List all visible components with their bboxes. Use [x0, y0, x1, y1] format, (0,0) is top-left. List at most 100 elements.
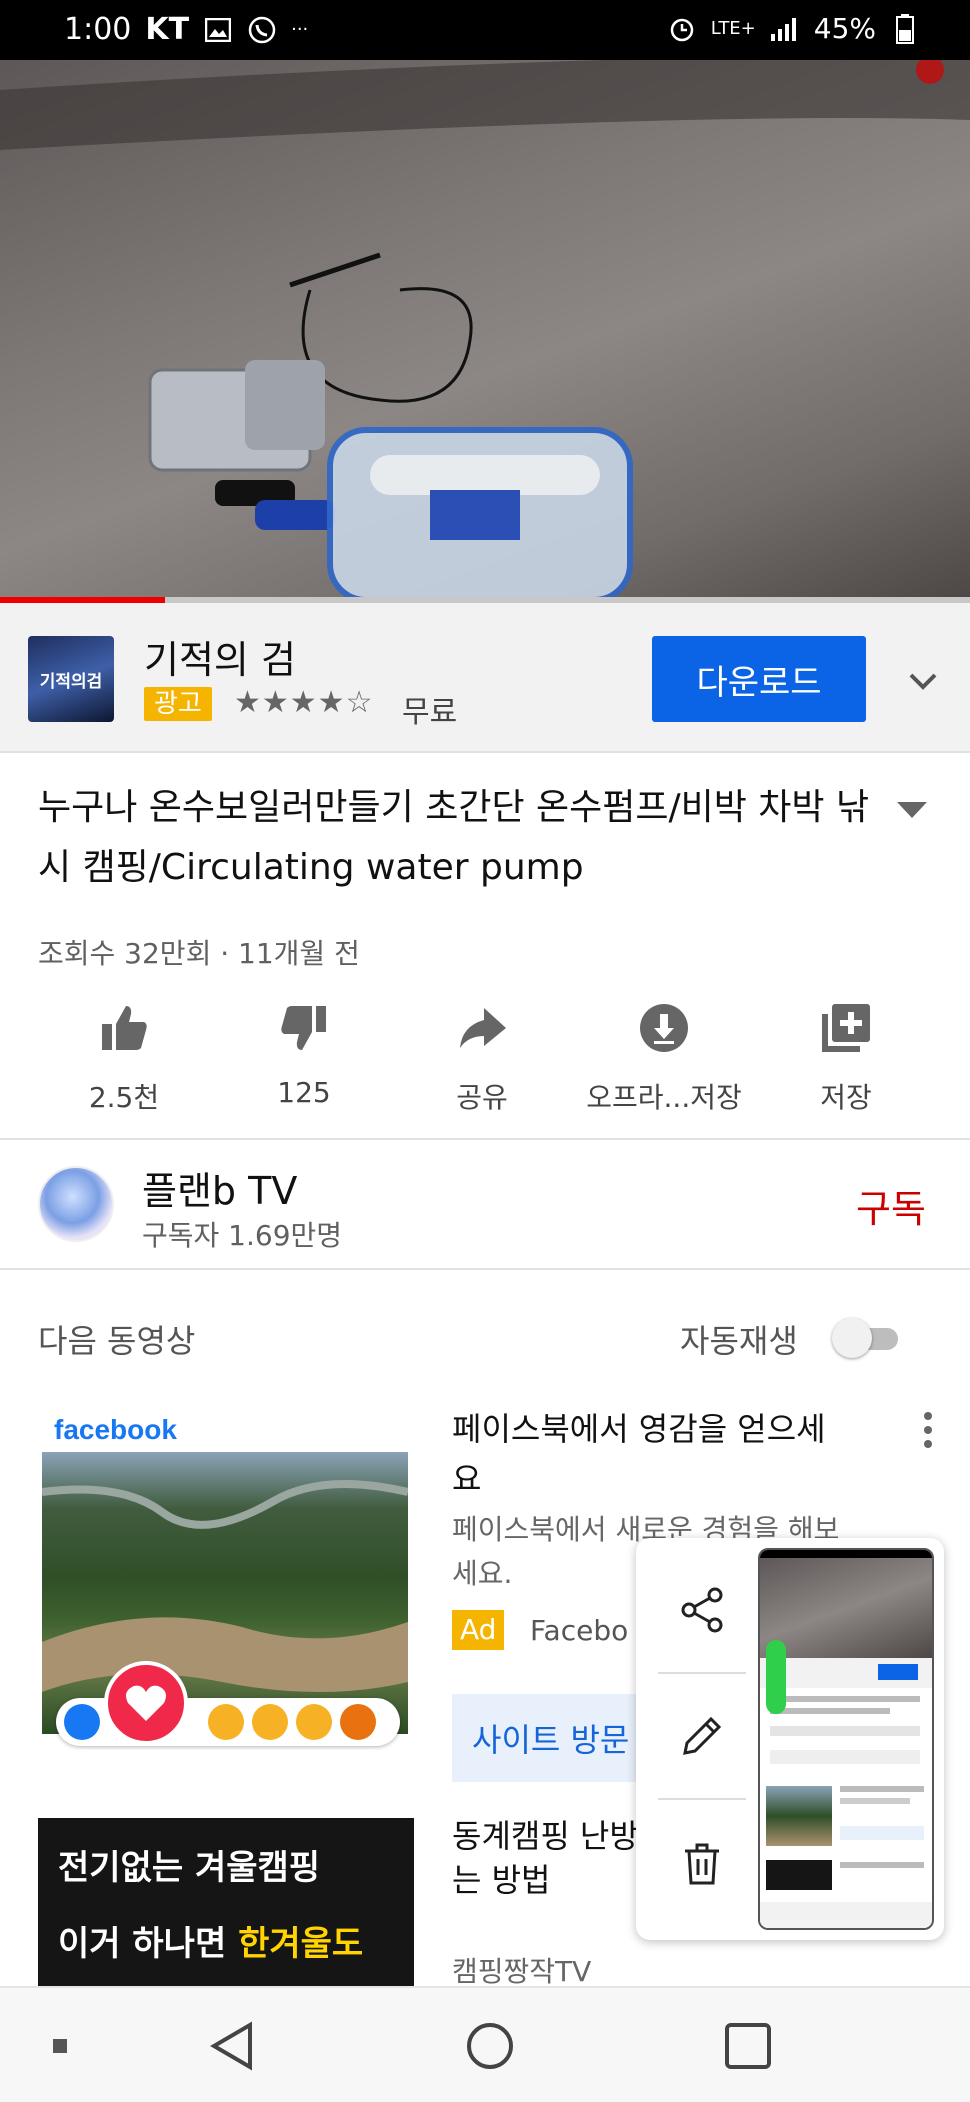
autoplay-label: 자동재생 [680, 1322, 798, 1360]
channel-subscriber-count: 구독자 1.69만명 [142, 1219, 343, 1252]
video-title[interactable]: 누구나 온수보일러만들기 초간단 온수펌프/비박 차박 낚시 캠핑/Circul… [38, 778, 888, 898]
divider [0, 1268, 970, 1270]
status-right: LTE+ 45% [667, 12, 920, 45]
fb-ad-image [41, 1452, 409, 1734]
offline-save-button[interactable]: 오프라...저장 [574, 1000, 754, 1116]
screenshot-toolbar [636, 1538, 944, 1940]
thumbnail-text-line2: 이거 하나면 한겨울도 [58, 1916, 363, 1965]
nav-back-button[interactable] [192, 1988, 272, 2102]
status-battery-percent: 45% [813, 12, 876, 45]
autoplay-toggle[interactable] [832, 1318, 904, 1358]
angry-reaction-icon [340, 1704, 376, 1740]
status-bar: 1:00 KT ··· LTE+ 45% [0, 0, 970, 60]
dislike-button[interactable]: 125 [214, 1000, 394, 1109]
gallery-icon [203, 15, 233, 45]
trash-icon [685, 1843, 719, 1885]
video-channel-secondary: 캠핑짱작TV [452, 1955, 592, 1988]
preview-channel [770, 1750, 920, 1764]
video-actions: 2.5천 125 공유 오프라...저장 저장 [0, 1000, 970, 1120]
download-icon [640, 1004, 688, 1052]
offline-save-label: 오프라...저장 [586, 1081, 742, 1114]
status-carrier: KT [145, 12, 190, 47]
preview-video [760, 1558, 932, 1658]
more-vert-icon[interactable] [918, 1410, 938, 1450]
expand-description-icon[interactable] [895, 800, 929, 820]
up-next-label: 다음 동영상 [38, 1322, 196, 1360]
chevron-down-icon[interactable] [905, 669, 941, 693]
pin-dot-icon [53, 2039, 67, 2053]
fb-ad-badge: Ad [452, 1610, 505, 1650]
preview-title-line [770, 1708, 890, 1714]
like-button[interactable]: 2.5천 [34, 1000, 214, 1116]
preview-actions [770, 1726, 920, 1736]
heart-reaction-icon [104, 1661, 188, 1745]
ad-download-button[interactable]: 다운로드 [652, 636, 866, 722]
divider [0, 1138, 970, 1140]
ad-price: 무료 [402, 695, 458, 730]
channel-avatar[interactable] [38, 1166, 114, 1242]
ad-banner[interactable]: 기적의검 기적의 검 광고 ★★★★☆ 무료 다운로드 [0, 603, 970, 753]
preview-fb-cta [840, 1826, 924, 1840]
status-left: 1:00 KT ··· [64, 12, 308, 47]
call-icon [247, 15, 277, 45]
edit-screenshot-button[interactable] [652, 1686, 752, 1786]
recents-square-icon [725, 2023, 771, 2069]
preview-fb-thumb [766, 1786, 832, 1846]
sad-reaction-icon [296, 1704, 332, 1740]
wow-reaction-icon [252, 1704, 288, 1740]
ad-badge: 광고 [144, 687, 212, 721]
back-triangle-icon [210, 2021, 252, 2071]
status-network: LTE+ [710, 18, 756, 39]
signal-icon [770, 14, 800, 44]
battery-icon [890, 13, 920, 44]
ad-app-icon[interactable]: 기적의검 [28, 636, 114, 722]
ad-app-icon-text: 기적의검 [39, 671, 103, 692]
share-button[interactable]: 공유 [392, 1000, 572, 1116]
save-button[interactable]: 저장 [756, 1000, 936, 1116]
toolbar-separator [658, 1798, 746, 1800]
alarm-icon [667, 14, 697, 44]
video-meta: 조회수 32만회 · 11개월 전 [38, 937, 360, 970]
river-image [41, 1480, 409, 1692]
preview-fb-desc [840, 1798, 910, 1804]
dislike-count: 125 [277, 1076, 331, 1109]
video-thumbnail[interactable]: 전기없는 겨울캠핑 이거 하나면 한겨울도 [38, 1818, 414, 1986]
preview-fb-title [840, 1786, 924, 1792]
nav-recents-button[interactable] [708, 1988, 788, 2102]
preview-video2-thumb [766, 1860, 832, 1890]
screenshot-drag-handle[interactable] [766, 1640, 786, 1714]
preview-video2-title [840, 1862, 924, 1868]
preview-download-button [878, 1664, 918, 1680]
share-nodes-icon [681, 1587, 723, 1633]
video-frame [0, 60, 970, 597]
ad-app-name[interactable]: 기적의 검 [144, 629, 296, 684]
screenshot-preview[interactable] [758, 1548, 934, 1930]
fb-ad-thumbnail[interactable]: facebook [38, 1408, 410, 1750]
like-count: 2.5천 [88, 1081, 160, 1114]
nav-dot [44, 1988, 76, 2102]
fb-ad-title[interactable]: 페이스북에서 영감을 얻으세요 [452, 1404, 852, 1504]
haha-reaction-icon [208, 1704, 244, 1740]
thumbs-up-icon [102, 1006, 147, 1050]
status-more: ··· [291, 19, 309, 40]
system-nav-bar [0, 1986, 970, 2102]
status-time: 1:00 [64, 12, 132, 47]
thumbnail-text-highlight: 한겨울도 [238, 1924, 364, 1964]
fb-ad-advertiser: Facebo [530, 1614, 629, 1647]
delete-screenshot-button[interactable] [652, 1814, 752, 1914]
toolbar-separator [658, 1672, 746, 1674]
facebook-logo: facebook [54, 1414, 177, 1445]
nav-home-button[interactable] [450, 1988, 530, 2102]
thumbnail-text-line1: 전기없는 겨울캠핑 [58, 1848, 321, 1888]
ad-rating-stars: ★★★★☆ [234, 685, 374, 720]
preview-status-bar [760, 1550, 932, 1558]
video-player[interactable] [0, 60, 970, 603]
thumbnail-text-prefix: 이거 하나면 [58, 1924, 239, 1964]
preview-nav-bar [760, 1902, 932, 1928]
save-label: 저장 [820, 1081, 872, 1114]
autoplay-knob [832, 1318, 872, 1358]
subscribe-button[interactable]: 구독 [856, 1178, 926, 1233]
share-screenshot-button[interactable] [652, 1560, 752, 1660]
channel-name[interactable]: 플랜b TV [142, 1160, 297, 1215]
share-label: 공유 [456, 1081, 508, 1114]
